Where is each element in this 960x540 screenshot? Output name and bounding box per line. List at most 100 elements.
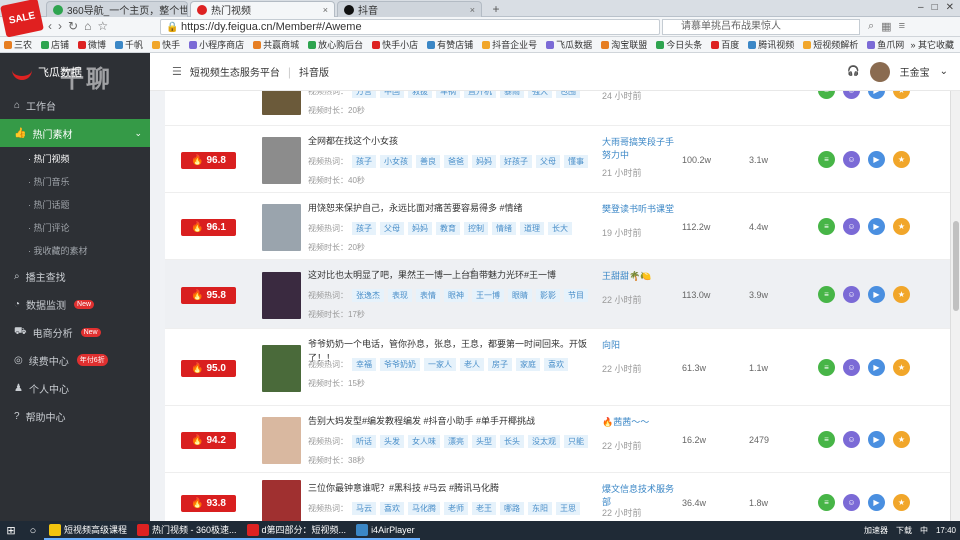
keyword-tag[interactable]: 孩子 [352, 222, 376, 235]
home-icon[interactable]: ⌂ [84, 19, 91, 33]
author-name[interactable]: 向阳 [602, 339, 677, 352]
bookmark-item[interactable]: 千帆 [115, 38, 143, 51]
sidebar-subitem[interactable]: · 热门视频 [0, 147, 150, 170]
scrollbar[interactable] [950, 91, 960, 521]
keyword-tag[interactable]: 头发 [380, 435, 404, 448]
maximize-icon[interactable]: □ [932, 2, 938, 13]
taskbar-item[interactable]: d第四部分：短视频... [241, 521, 352, 540]
video-thumbnail[interactable] [262, 136, 301, 184]
sidebar-item[interactable]: 👍 热门素材 ⌄ [0, 119, 150, 147]
keyword-tag[interactable]: 妈妈 [472, 155, 496, 168]
keyword-tag[interactable]: 长大 [548, 222, 572, 235]
keyword-tag[interactable]: 王思 [556, 502, 580, 515]
keyword-tag[interactable]: 眼神 [444, 289, 468, 302]
bookmark-item[interactable]: 抖音企业号 [482, 38, 537, 51]
keyword-tag[interactable]: 幸福 [352, 358, 376, 371]
tray-item[interactable]: 17:40 [936, 526, 956, 535]
keyword-tag[interactable]: 眼睛 [508, 289, 532, 302]
detail-icon[interactable]: ≡ [818, 358, 835, 376]
video-thumbnail[interactable] [262, 203, 301, 251]
refresh-icon[interactable]: ↻ [68, 19, 78, 33]
close-window-icon[interactable]: ✕ [946, 2, 954, 13]
keyword-tag[interactable]: 懂事 [564, 155, 588, 168]
sidebar-subitem[interactable]: · 我收藏的素材 [0, 239, 150, 262]
bookmark-item[interactable]: 短视频解析 [803, 38, 858, 51]
scrollbar-thumb[interactable] [953, 221, 959, 311]
keyword-tag[interactable]: 表现 [388, 289, 412, 302]
play-icon[interactable]: ▶ [868, 358, 885, 376]
keyword-tag[interactable]: 家庭 [516, 358, 540, 371]
video-title[interactable]: 三位你最钟意谁呢？#黑科技 #马云 #腾讯马化腾 [308, 481, 593, 495]
keyword-tag[interactable]: 房子 [488, 358, 512, 371]
detail-icon[interactable]: ≡ [818, 285, 835, 303]
author-name[interactable]: 王甜甜🌴🍋 [602, 270, 677, 283]
bookmark-item[interactable]: 淘宝联盟 [601, 38, 647, 51]
keyword-tag[interactable]: 张逸杰 [352, 289, 384, 302]
keyword-tag[interactable]: 车祸 [436, 91, 460, 98]
bookmark-item[interactable]: 鱼爪网 [867, 38, 904, 51]
keyword-tag[interactable]: 好孩子 [500, 155, 532, 168]
play-icon[interactable]: ▶ [868, 150, 885, 168]
search-icon[interactable]: ⌕ [868, 20, 874, 33]
sidebar-subitem[interactable]: · 热门评论 [0, 216, 150, 239]
keyword-tag[interactable]: 哪路 [500, 502, 524, 515]
bookmark-item[interactable]: 腾讯视频 [748, 38, 794, 51]
search-input[interactable]: 请慕单挑吕布战果惊人 [662, 19, 860, 35]
tab-360[interactable]: 360导航_一个主页，整个世界× [46, 1, 188, 17]
keyword-tag[interactable]: 老人 [460, 358, 484, 371]
play-icon[interactable]: ▶ [868, 217, 885, 235]
video-title[interactable]: 告别大妈发型#编发教程编发 #抖音小助手 #单手开椰挑战 [308, 414, 593, 428]
keyword-tag[interactable]: 善良 [416, 155, 440, 168]
keyword-tag[interactable]: 没太观 [528, 435, 560, 448]
favorite-icon[interactable]: ★ [893, 358, 910, 376]
keyword-tag[interactable]: 一家人 [424, 358, 456, 371]
tray-item[interactable]: 下载 [896, 525, 912, 536]
keyword-tag[interactable]: 马化腾 [408, 502, 440, 515]
grid-icon[interactable]: ▦ [881, 20, 891, 33]
bookmark-item[interactable]: 小程序商店 [189, 38, 244, 51]
video-title[interactable]: 全网都在找这个小女孩 [308, 134, 593, 148]
detail-icon[interactable]: ≡ [818, 150, 835, 168]
keyword-tag[interactable]: 表情 [416, 289, 440, 302]
play-icon[interactable]: ▶ [868, 430, 885, 448]
keyword-tag[interactable]: 小女孩 [380, 155, 412, 168]
bookmark-item[interactable]: 今日头条 [656, 38, 702, 51]
author-name[interactable]: 🔥茜茜～～ [602, 416, 677, 429]
keyword-tag[interactable]: 妈妈 [408, 222, 432, 235]
search-icon[interactable]: ○ [22, 525, 44, 537]
favorite-icon[interactable]: ★ [893, 217, 910, 235]
close-icon[interactable]: × [470, 5, 475, 15]
keyword-tag[interactable]: 父母 [380, 222, 404, 235]
detail-icon[interactable]: ≡ [818, 91, 835, 99]
sidebar-item[interactable]: ⛟ 电商分析 New [0, 318, 150, 346]
keyword-tag[interactable]: 救援 [408, 91, 432, 98]
keyword-tag[interactable]: 强大 [528, 91, 552, 98]
detail-icon[interactable]: ≡ [818, 494, 835, 511]
keyword-tag[interactable]: 方言 [352, 91, 376, 98]
star-icon[interactable]: ☆ [97, 19, 108, 33]
url-input[interactable]: 🔒 https://dy.feigua.cn/Member#/Aweme [160, 19, 660, 35]
minimize-icon[interactable]: – [918, 2, 924, 13]
bookmark-item[interactable]: 有赞店铺 [427, 38, 473, 51]
video-thumbnail[interactable] [262, 416, 301, 464]
keyword-tag[interactable]: 长头 [500, 435, 524, 448]
video-thumbnail[interactable] [262, 91, 301, 115]
tray-item[interactable]: 中 [920, 525, 928, 536]
play-icon[interactable]: ▶ [868, 91, 885, 99]
keyword-tag[interactable]: 老师 [444, 502, 468, 515]
favorite-icon[interactable]: ★ [893, 430, 910, 448]
keyword-tag[interactable]: 情绪 [492, 222, 516, 235]
keyword-tag[interactable]: 包围 [556, 91, 580, 98]
platform-switch[interactable]: 抖音版 [299, 64, 329, 79]
bookmark-item[interactable]: 快手 [152, 38, 180, 51]
menu-icon[interactable]: ≡ [899, 20, 905, 33]
favorite-icon[interactable]: ★ [893, 91, 910, 99]
bookmark-item[interactable]: 飞瓜数据 [546, 38, 592, 51]
detail-icon[interactable]: ≡ [818, 430, 835, 448]
taskbar-item[interactable]: 热门视频 - 360极速... [132, 521, 242, 540]
keyword-tag[interactable]: 女人味 [408, 435, 440, 448]
menu-icon[interactable]: ☰ [172, 65, 182, 78]
keyword-tag[interactable]: 漂亮 [444, 435, 468, 448]
play-icon[interactable]: ▶ [868, 494, 885, 511]
group-icon[interactable]: ☺ [843, 285, 860, 303]
